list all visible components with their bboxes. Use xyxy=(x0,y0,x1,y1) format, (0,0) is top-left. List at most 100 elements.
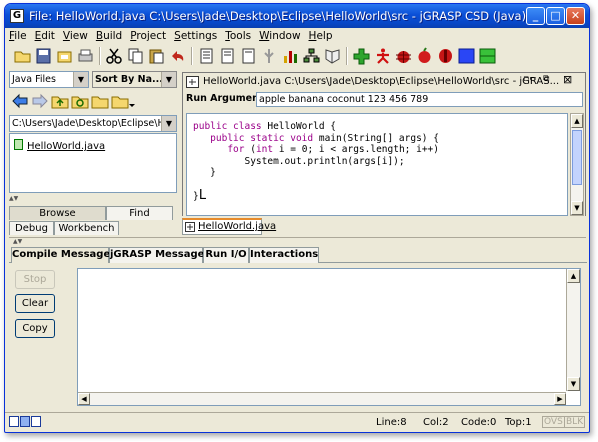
close-icon[interactable]: ⊠ xyxy=(563,73,572,86)
scroll-right-icon[interactable]: ▶ xyxy=(554,393,566,405)
clear-button[interactable]: Clear xyxy=(15,294,55,313)
copy-button[interactable]: Copy xyxy=(15,319,55,338)
jgrasp-window: G File: HelloWorld.java C:\Users\Jade\De… xyxy=(4,3,590,433)
code-text: HelloWorld { xyxy=(267,121,336,132)
chart-icon[interactable] xyxy=(281,47,300,65)
editor-vertical-scrollbar[interactable]: ▲ ▼ xyxy=(570,113,584,216)
shield-icon[interactable] xyxy=(323,47,342,65)
toolbar-separator xyxy=(346,47,348,65)
menu-build[interactable]: Build xyxy=(92,28,126,44)
layout-icons[interactable] xyxy=(9,416,41,428)
tab-workbench[interactable]: Workbench xyxy=(54,221,119,235)
menu-tools[interactable]: Tools xyxy=(221,28,255,44)
path-combo[interactable]: C:\Users\Jade\Desktop\Eclipse\H ▼ xyxy=(9,115,177,132)
document-icon[interactable] xyxy=(197,47,216,65)
close-button[interactable]: ✕ xyxy=(566,7,585,25)
tree-icon[interactable] xyxy=(302,47,321,65)
maximize-button[interactable]: □ xyxy=(546,7,565,25)
open-icon[interactable] xyxy=(55,47,74,65)
apple-icon[interactable] xyxy=(415,47,434,65)
tab-debug[interactable]: Debug xyxy=(9,221,54,235)
run-arguments-row: Run Arguments: apple banana coconut 123 … xyxy=(183,92,585,108)
chevron-down-icon: ▼ xyxy=(161,116,176,131)
menu-view[interactable]: View xyxy=(59,28,92,44)
save-icon[interactable] xyxy=(34,47,53,65)
sort-combo[interactable]: Sort By Na... ▼ xyxy=(92,71,177,88)
scroll-down-icon[interactable]: ▼ xyxy=(567,377,580,391)
print-icon[interactable] xyxy=(76,47,95,65)
tab-interactions[interactable]: Interactions xyxy=(249,247,319,263)
tab-jgrasp-messages[interactable]: jGRASP Messages xyxy=(109,247,210,263)
status-line: Line:8 xyxy=(376,417,407,428)
scroll-thumb[interactable] xyxy=(572,130,582,185)
run-icon[interactable] xyxy=(373,47,392,65)
document-icon[interactable] xyxy=(239,47,258,65)
run-arguments-input[interactable]: apple banana coconut 123 456 789 xyxy=(256,92,583,107)
window-title: File: HelloWorld.java C:\Users\Jade\Desk… xyxy=(29,9,527,23)
code-text: main(String[] args) { xyxy=(318,132,439,144)
refresh-icon[interactable] xyxy=(71,93,89,109)
debug-bug-icon[interactable] xyxy=(394,47,413,65)
editor-window: HelloWorld.java C:\Users\Jade\Desktop\Ec… xyxy=(182,72,586,234)
green-window-icon[interactable] xyxy=(478,47,497,65)
stop-icon[interactable] xyxy=(436,47,455,65)
code-line: public class HelloWorld { xyxy=(193,121,336,132)
forward-arrow-icon[interactable] xyxy=(31,93,49,109)
menu-help[interactable]: Help xyxy=(305,28,337,44)
panel-splitter[interactable]: ▲▼ xyxy=(9,237,586,245)
compile-icon[interactable] xyxy=(352,47,371,65)
tab-compile-messages[interactable]: Compile Messages xyxy=(11,247,116,263)
menu-edit[interactable]: Edit xyxy=(31,28,59,44)
copy-icon[interactable] xyxy=(126,47,145,65)
paste-icon[interactable] xyxy=(147,47,166,65)
menu-settings[interactable]: Settings xyxy=(170,28,221,44)
java-file-icon xyxy=(14,139,23,150)
folder-icon[interactable] xyxy=(91,93,109,109)
compile-messages-output[interactable]: ▲ ▼ ◀ ▶ xyxy=(77,268,581,406)
back-arrow-icon[interactable] xyxy=(11,93,29,109)
restore-icon[interactable]: ▫⌐ xyxy=(523,74,537,84)
file-list: HelloWorld.java xyxy=(9,133,177,193)
open-folder-icon[interactable] xyxy=(13,47,32,65)
tab-run-io[interactable]: Run I/O xyxy=(203,247,249,263)
document-icon[interactable] xyxy=(218,47,237,65)
undo-icon[interactable] xyxy=(168,47,187,65)
pin-icon[interactable] xyxy=(260,47,279,65)
file-filter-combo[interactable]: Java Files ▼ xyxy=(9,71,89,88)
up-folder-icon[interactable] xyxy=(51,93,69,109)
code-editor[interactable]: public class HelloWorld { public static … xyxy=(186,113,568,216)
chevron-down-icon: ▼ xyxy=(161,72,176,87)
title-bar[interactable]: G File: HelloWorld.java C:\Users\Jade\De… xyxy=(5,4,589,28)
minimize-button[interactable]: _ xyxy=(526,7,545,25)
menu-file[interactable]: File xyxy=(5,28,31,44)
menu-project[interactable]: Project xyxy=(126,28,170,44)
tab-find[interactable]: Find xyxy=(106,206,173,220)
cut-icon[interactable] xyxy=(105,47,124,65)
editor-tab-strip: HelloWorld.java xyxy=(182,216,586,235)
scroll-left-icon[interactable]: ◀ xyxy=(78,393,90,405)
scroll-up-icon[interactable]: ▲ xyxy=(571,114,583,128)
scroll-up-icon[interactable]: ▲ xyxy=(567,269,580,283)
folder-menu-icon[interactable] xyxy=(111,93,135,109)
blue-square-icon[interactable] xyxy=(457,47,476,65)
keyword: public class xyxy=(193,121,268,132)
chevron-down-icon: ▼ xyxy=(73,72,88,87)
maximize-icon[interactable]: ⧉ xyxy=(543,74,549,84)
file-name: HelloWorld.java xyxy=(27,141,106,152)
tab-browse[interactable]: Browse xyxy=(9,206,106,220)
path-combo-value: C:\Users\Jade\Desktop\Eclipse\H xyxy=(12,118,165,129)
text-cursor: L xyxy=(198,188,207,203)
menu-window[interactable]: Window xyxy=(255,28,304,44)
status-col: Col:2 xyxy=(423,417,449,428)
toolbar-separator xyxy=(99,47,101,65)
list-item[interactable]: HelloWorld.java xyxy=(14,139,105,152)
splitter-arrows[interactable]: ▲▼ xyxy=(13,238,22,245)
scroll-down-icon[interactable]: ▼ xyxy=(571,201,583,215)
java-file-icon xyxy=(185,222,195,232)
messages-vertical-scrollbar[interactable]: ▲ ▼ xyxy=(566,269,580,391)
toolbar xyxy=(9,46,585,68)
messages-horizontal-scrollbar[interactable]: ◀ ▶ xyxy=(78,392,566,405)
status-bar: Line:8 Col:2 Code:0 Top:1 OVS BLK xyxy=(5,412,589,432)
splitter-arrows[interactable]: ▲▼ xyxy=(9,196,177,202)
stop-button[interactable]: Stop xyxy=(15,270,55,289)
